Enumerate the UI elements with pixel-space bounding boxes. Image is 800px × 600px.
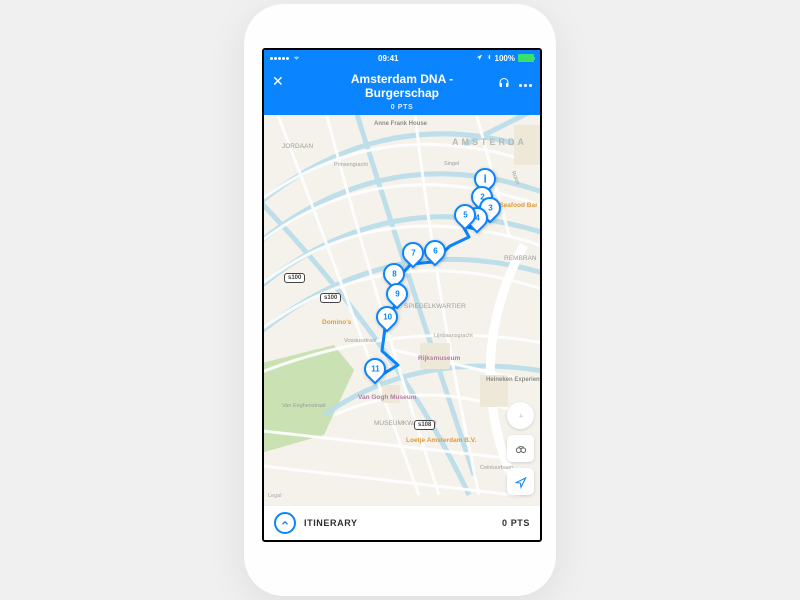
map-label-city: AMSTERDA (452, 137, 527, 147)
page-title: Amsterdam DNA - Burgerschap (317, 72, 487, 100)
map-label-jordaan: JORDAAN (282, 143, 313, 150)
map-label-rembr: REMBRAN (504, 255, 537, 262)
road-tag-s100-2: s100 (320, 293, 341, 303)
map-label-eeghen: Van Eeghenstraat (282, 403, 326, 409)
location-icon (476, 54, 483, 63)
map-label-anne: Anne Frank House (374, 121, 427, 127)
battery-pct: 100% (495, 54, 515, 63)
battery-icon (518, 54, 534, 62)
map-label-voss: Vossiusstraat (344, 338, 377, 344)
status-bar: 09:41 100% (264, 50, 540, 66)
signal-icon (270, 57, 289, 60)
route-pin-9[interactable]: 9 (386, 283, 404, 305)
more-icon[interactable] (519, 84, 532, 87)
navigate-button[interactable] (507, 468, 534, 495)
road-tag-s108: s108 (414, 420, 435, 430)
bottom-bar[interactable]: ITINERARY 0 PTS (264, 505, 540, 540)
map-label-rijks: Rijksmuseum (418, 355, 460, 362)
route-pin-10[interactable]: 10 (376, 306, 394, 328)
bluetooth-icon (486, 53, 492, 63)
route-pin-5[interactable]: 5 (454, 204, 472, 226)
phone-screen: 09:41 100% ✕ Amsterdam DNA - Burgerschap… (262, 48, 542, 542)
binoculars-button[interactable] (507, 435, 534, 462)
map-label-dominos: Domino's (322, 319, 351, 326)
map-label-singel: Singel (444, 161, 459, 167)
road-tag-s100-1: s100 (284, 273, 305, 283)
headphones-icon[interactable] (497, 76, 511, 94)
map-label-gogh: Van Gogh Museum (358, 394, 417, 401)
route-pin-11[interactable]: 11 (364, 358, 382, 380)
route-pin-7[interactable]: 7 (402, 242, 420, 264)
close-button[interactable]: ✕ (272, 74, 284, 88)
status-time: 09:41 (378, 54, 398, 63)
bottom-points: 0 PTS (502, 518, 530, 528)
recenter-button[interactable] (507, 402, 534, 429)
map-label-heineken: Heineken Experience (486, 377, 540, 384)
map-label-prinsen: Prinsengracht (334, 162, 368, 168)
stage: 09:41 100% ✕ Amsterdam DNA - Burgerschap… (0, 0, 800, 600)
header-points: 0 PTS (272, 104, 532, 111)
map-label-lijn: Lijnbaansgracht (434, 333, 473, 339)
route-pin-6[interactable]: 6 (424, 240, 442, 262)
itinerary-label: ITINERARY (304, 518, 358, 528)
map-label-legal: Legal (268, 493, 281, 499)
map-label-spiegel: SPIEGELKWARTIER (404, 303, 466, 310)
nav-bar: ✕ Amsterdam DNA - Burgerschap 0 PTS (264, 66, 540, 115)
map-label-loetje: Loetje Amsterdam B.V. (406, 437, 476, 444)
map-background (264, 115, 540, 515)
wifi-icon (292, 54, 301, 63)
map[interactable]: AMSTERDA JORDAAN Anne Frank House Prinse… (264, 115, 540, 515)
chevron-up-icon[interactable] (274, 512, 296, 534)
